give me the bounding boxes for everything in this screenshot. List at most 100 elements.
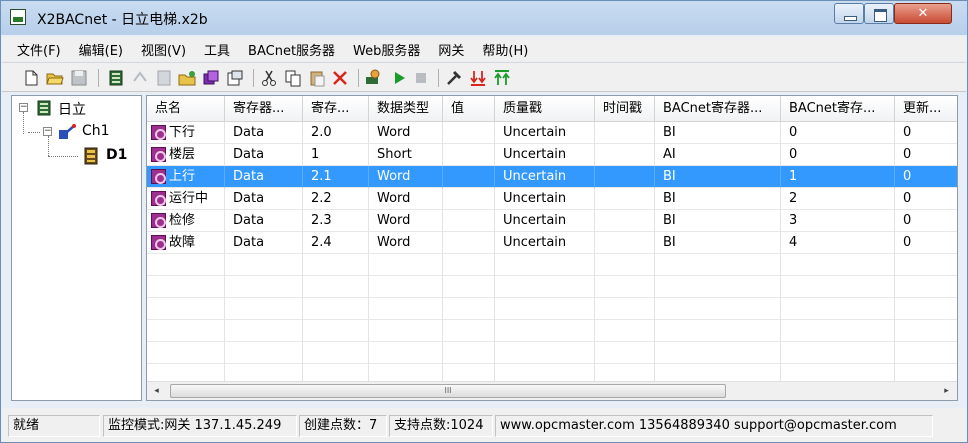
empty-cell (781, 320, 895, 342)
point-name-label: 上行 (169, 169, 196, 184)
column-header-value[interactable]: 值 (443, 96, 495, 122)
column-header-bacnet-register[interactable]: BACnet寄存器... (655, 96, 781, 122)
cell-data-type: Word (369, 210, 443, 232)
table-row[interactable]: 运行中 Data 2.2 Word Uncertain BI 2 0 (147, 188, 957, 210)
upload-arrows-icon[interactable] (493, 69, 511, 87)
delete-icon[interactable] (331, 69, 349, 87)
empty-cell (895, 254, 957, 276)
menu-gateway[interactable]: 网关 (429, 40, 473, 59)
properties-icon[interactable] (226, 69, 244, 87)
paste-icon[interactable] (308, 69, 326, 87)
cell-point-name: 故障 (147, 232, 225, 254)
device-icon[interactable] (107, 69, 125, 87)
minimize-button[interactable] (834, 3, 864, 24)
column-header-timestamp[interactable]: 时间戳 (595, 96, 655, 122)
menu-bar: 文件(F) 编辑(E) 视图(V) 工具 BACnet服务器 Web服务器 网关… (2, 37, 966, 61)
column-header-bacnet-register-address[interactable]: BACnet寄存... (781, 96, 895, 122)
empty-cell (303, 298, 369, 320)
point-name-label: 运行中 (169, 191, 209, 206)
cell-register: Data (225, 210, 303, 232)
cell-bacnet-register: BI (655, 166, 781, 188)
point-icon (151, 191, 166, 206)
tree-expander-root[interactable]: − (19, 103, 28, 112)
empty-row (147, 254, 957, 276)
add-folder-icon[interactable] (178, 69, 196, 87)
scroll-left-icon[interactable]: ◂ (148, 382, 165, 400)
scroll-right-icon[interactable]: ▸ (938, 382, 955, 400)
empty-cell (595, 254, 655, 276)
status-supported-points: 支持点数:1024 (389, 415, 493, 437)
empty-cell (655, 342, 781, 364)
run-icon[interactable] (390, 69, 408, 87)
cell-value (443, 166, 495, 188)
empty-cell (303, 276, 369, 298)
cell-register-address: 2.2 (303, 188, 369, 210)
cut-icon[interactable] (260, 69, 278, 87)
toolbar (2, 62, 966, 92)
open-folder-icon[interactable] (46, 69, 64, 87)
empty-cell (595, 342, 655, 364)
table-row[interactable]: 检修 Data 2.3 Word Uncertain BI 3 0 (147, 210, 957, 232)
table-row[interactable]: 下行 Data 2.0 Word Uncertain BI 0 0 (147, 122, 957, 144)
empty-cell (495, 342, 595, 364)
copy-icon[interactable] (284, 69, 302, 87)
table-row[interactable]: 上行 Data 2.1 Word Uncertain BI 1 0 (147, 166, 957, 188)
channel-icon[interactable] (131, 69, 149, 87)
cell-value (443, 122, 495, 144)
column-header-update[interactable]: 更新... (895, 96, 957, 122)
save-icon[interactable] (70, 69, 88, 87)
cell-update: 0 (895, 232, 957, 254)
empty-cell (495, 276, 595, 298)
menu-web-server[interactable]: Web服务器 (344, 40, 429, 59)
column-header-register-address[interactable]: 寄存... (303, 96, 369, 122)
table-row[interactable]: 楼层 Data 1 Short Uncertain AI 0 0 (147, 144, 957, 166)
menu-file[interactable]: 文件(F) (8, 40, 70, 59)
menu-bacnet-server[interactable]: BACnet服务器 (239, 40, 344, 59)
menu-edit[interactable]: 编辑(E) (70, 40, 132, 59)
empty-cell (147, 298, 225, 320)
column-header-register[interactable]: 寄存器... (225, 96, 303, 122)
scan-icon[interactable] (364, 69, 382, 87)
empty-cell (781, 254, 895, 276)
empty-cell (369, 320, 443, 342)
cell-register-address: 2.0 (303, 122, 369, 144)
table-row[interactable]: 故障 Data 2.4 Word Uncertain BI 4 0 (147, 232, 957, 254)
cell-register-address: 2.1 (303, 166, 369, 188)
cell-bacnet-register: AI (655, 144, 781, 166)
toolbar-separator (358, 69, 359, 87)
cell-register: Data (225, 232, 303, 254)
device-tree[interactable]: − 日立 − Ch1 D1 (11, 95, 142, 401)
empty-row (147, 320, 957, 342)
menu-help[interactable]: 帮助(H) (473, 40, 537, 59)
empty-cell (147, 254, 225, 276)
status-created-points: 创建点数：7 (299, 415, 387, 437)
cell-value (443, 210, 495, 232)
cube-icon[interactable] (202, 69, 220, 87)
scroll-thumb[interactable]: III (170, 384, 726, 398)
menu-view[interactable]: 视图(V) (132, 40, 195, 59)
empty-cell (895, 276, 957, 298)
menu-tools[interactable]: 工具 (195, 40, 239, 59)
tools-icon[interactable] (445, 69, 463, 87)
tree-item-channel[interactable]: Ch1 (82, 123, 110, 139)
register-icon[interactable] (155, 69, 173, 87)
new-file-icon[interactable] (22, 69, 40, 87)
cell-update: 0 (895, 210, 957, 232)
column-header-data-type[interactable]: 数据类型 (369, 96, 443, 122)
stop-icon[interactable] (412, 69, 430, 87)
tree-item-device[interactable]: D1 (106, 147, 127, 163)
tree-expander-channel[interactable]: − (43, 127, 52, 136)
title-bar[interactable]: X2BACnet - 日立电梯.x2b ✕ (1, 1, 967, 35)
cell-bacnet-register-address: 3 (781, 210, 895, 232)
cell-register: Data (225, 188, 303, 210)
maximize-button[interactable] (864, 3, 894, 24)
column-header-quality[interactable]: 质量戳 (495, 96, 595, 122)
empty-cell (443, 342, 495, 364)
empty-cell (655, 298, 781, 320)
horizontal-scrollbar[interactable]: ◂ III ▸ (147, 381, 957, 400)
tree-item-root[interactable]: 日立 (58, 99, 86, 119)
empty-cell (147, 276, 225, 298)
column-header-point-name[interactable]: 点名 (147, 96, 225, 122)
download-arrows-icon[interactable] (469, 69, 487, 87)
close-button[interactable]: ✕ (894, 3, 952, 24)
